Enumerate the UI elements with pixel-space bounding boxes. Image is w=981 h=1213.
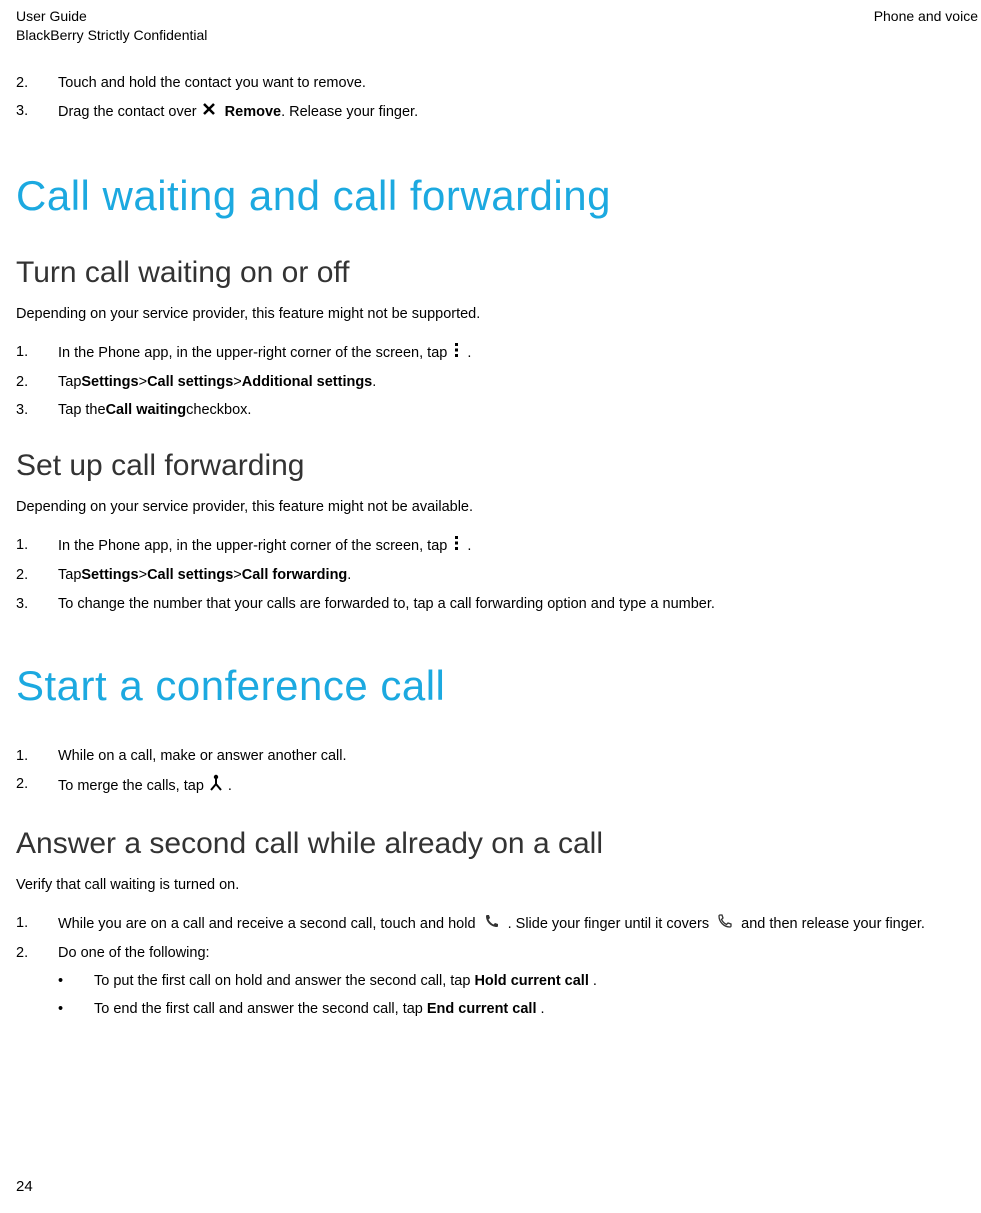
list-marker: 2.	[16, 774, 32, 798]
list-marker: 1.	[16, 535, 32, 557]
text-bold: Call settings	[147, 565, 233, 585]
list-item: 2. Do one of the following:	[16, 943, 965, 963]
list-text: In the Phone app, in the upper-right cor…	[58, 342, 965, 364]
subsection-heading: Answer a second call while already on a …	[16, 827, 965, 861]
list-text: While on a call, make or answer another …	[58, 746, 965, 766]
body-paragraph: Verify that call waiting is turned on.	[16, 875, 965, 895]
text-fragment: .	[372, 372, 376, 392]
list-marker: 1.	[16, 746, 32, 766]
bullet-text: To put the first call on hold and answer…	[94, 971, 597, 993]
list-item: 3. To change the number that your calls …	[16, 594, 965, 614]
text-bold: Settings	[81, 372, 138, 392]
text-fragment: .	[467, 343, 471, 363]
text-fragment: >	[233, 372, 241, 392]
list-item: 3. Tap the Call waiting checkbox.	[16, 400, 965, 420]
text-fragment: Drag the contact over	[58, 102, 197, 122]
list-marker: 3.	[16, 594, 32, 614]
text-bold: Settings	[81, 565, 138, 585]
subsection-heading: Turn call waiting on or off	[16, 256, 965, 290]
text-bold: Call forwarding	[242, 565, 348, 585]
body-paragraph: Depending on your service provider, this…	[16, 304, 965, 324]
more-vert-icon	[451, 342, 463, 364]
page-number: 24	[16, 1178, 33, 1195]
text-fragment: >	[139, 372, 147, 392]
list-text: Drag the contact over Remove . Release y…	[58, 101, 965, 123]
list-item: 2. Tap Settings > Call settings > Additi…	[16, 372, 965, 392]
list-item: 1. While you are on a call and receive a…	[16, 913, 965, 935]
guide-title: User Guide	[16, 8, 207, 24]
text-fragment: While you are on a call and receive a se…	[58, 916, 480, 932]
text-fragment: Tap	[58, 565, 81, 585]
list-item: 1. In the Phone app, in the upper-right …	[16, 342, 965, 364]
list-item: 2. To merge the calls, tap .	[16, 774, 965, 798]
section-heading: Call waiting and call forwarding	[16, 172, 965, 220]
list-text: While you are on a call and receive a se…	[58, 913, 965, 935]
list-text: Tap the Call waiting checkbox.	[58, 400, 965, 420]
phone-icon	[484, 917, 504, 933]
text-fragment: .	[593, 973, 597, 989]
text-fragment: .	[228, 776, 232, 796]
text-bold: Call settings	[147, 372, 233, 392]
more-vert-icon	[451, 535, 463, 557]
bullet-text: To end the first call and answer the sec…	[94, 999, 545, 1021]
text-fragment: .	[347, 565, 351, 585]
list-marker: 2.	[16, 565, 32, 585]
list-text: Touch and hold the contact you want to r…	[58, 73, 965, 93]
text-bold: Remove	[225, 102, 281, 122]
phone-outline-icon	[717, 917, 737, 933]
page-content: 2. Touch and hold the contact you want t…	[0, 73, 981, 1021]
text-fragment: Tap the	[58, 400, 106, 420]
text-fragment: To end the first call and answer the sec…	[94, 1001, 427, 1017]
text-fragment: checkbox.	[186, 400, 251, 420]
list-marker: 3.	[16, 400, 32, 420]
text-fragment: In the Phone app, in the upper-right cor…	[58, 343, 447, 363]
list-marker: 2.	[16, 943, 32, 963]
text-fragment: and then release your finger.	[741, 916, 925, 932]
confidentiality-label: BlackBerry Strictly Confidential	[16, 27, 207, 43]
list-marker: 2.	[16, 73, 32, 93]
page-header: User Guide BlackBerry Strictly Confident…	[0, 8, 981, 43]
list-marker: 1.	[16, 342, 32, 364]
close-icon	[201, 101, 217, 123]
text-fragment: To merge the calls, tap	[58, 776, 204, 796]
list-marker: 3.	[16, 101, 32, 123]
text-fragment: .	[467, 536, 471, 556]
text-fragment: To put the first call on hold and answer…	[94, 973, 474, 989]
body-paragraph: Depending on your service provider, this…	[16, 497, 965, 517]
bullet-marker: •	[58, 971, 68, 993]
text-bold: Call waiting	[106, 400, 187, 420]
merge-calls-icon	[208, 774, 224, 798]
list-item: 1. In the Phone app, in the upper-right …	[16, 535, 965, 557]
text-fragment: . Slide your finger until it covers	[508, 916, 714, 932]
text-bold: End current call	[427, 1001, 537, 1017]
text-fragment: . Release your finger.	[281, 102, 418, 122]
text-bold: Additional settings	[242, 372, 373, 392]
list-text: Tap Settings > Call settings > Call forw…	[58, 565, 965, 585]
list-text: To change the number that your calls are…	[58, 594, 965, 614]
list-text: Tap Settings > Call settings > Additiona…	[58, 372, 965, 392]
section-heading: Start a conference call	[16, 662, 965, 710]
header-left: User Guide BlackBerry Strictly Confident…	[16, 8, 207, 43]
bullet-item: • To end the first call and answer the s…	[58, 999, 965, 1021]
text-fragment: In the Phone app, in the upper-right cor…	[58, 536, 447, 556]
list-marker: 1.	[16, 913, 32, 935]
text-fragment: .	[541, 1001, 545, 1017]
list-marker: 2.	[16, 372, 32, 392]
list-item: 2. Touch and hold the contact you want t…	[16, 73, 965, 93]
list-item: 3. Drag the contact over Remove . Releas…	[16, 101, 965, 123]
header-section: Phone and voice	[874, 8, 978, 43]
text-fragment: Tap	[58, 372, 81, 392]
list-text: In the Phone app, in the upper-right cor…	[58, 535, 965, 557]
list-text: To merge the calls, tap .	[58, 774, 965, 798]
text-fragment: >	[233, 565, 241, 585]
list-item: 2. Tap Settings > Call settings > Call f…	[16, 565, 965, 585]
text-bold: Hold current call	[474, 973, 588, 989]
bullet-item: • To put the first call on hold and answ…	[58, 971, 965, 993]
subsection-heading: Set up call forwarding	[16, 449, 965, 483]
text-fragment: >	[139, 565, 147, 585]
bullet-marker: •	[58, 999, 68, 1021]
list-text: Do one of the following:	[58, 943, 965, 963]
list-item: 1. While on a call, make or answer anoth…	[16, 746, 965, 766]
